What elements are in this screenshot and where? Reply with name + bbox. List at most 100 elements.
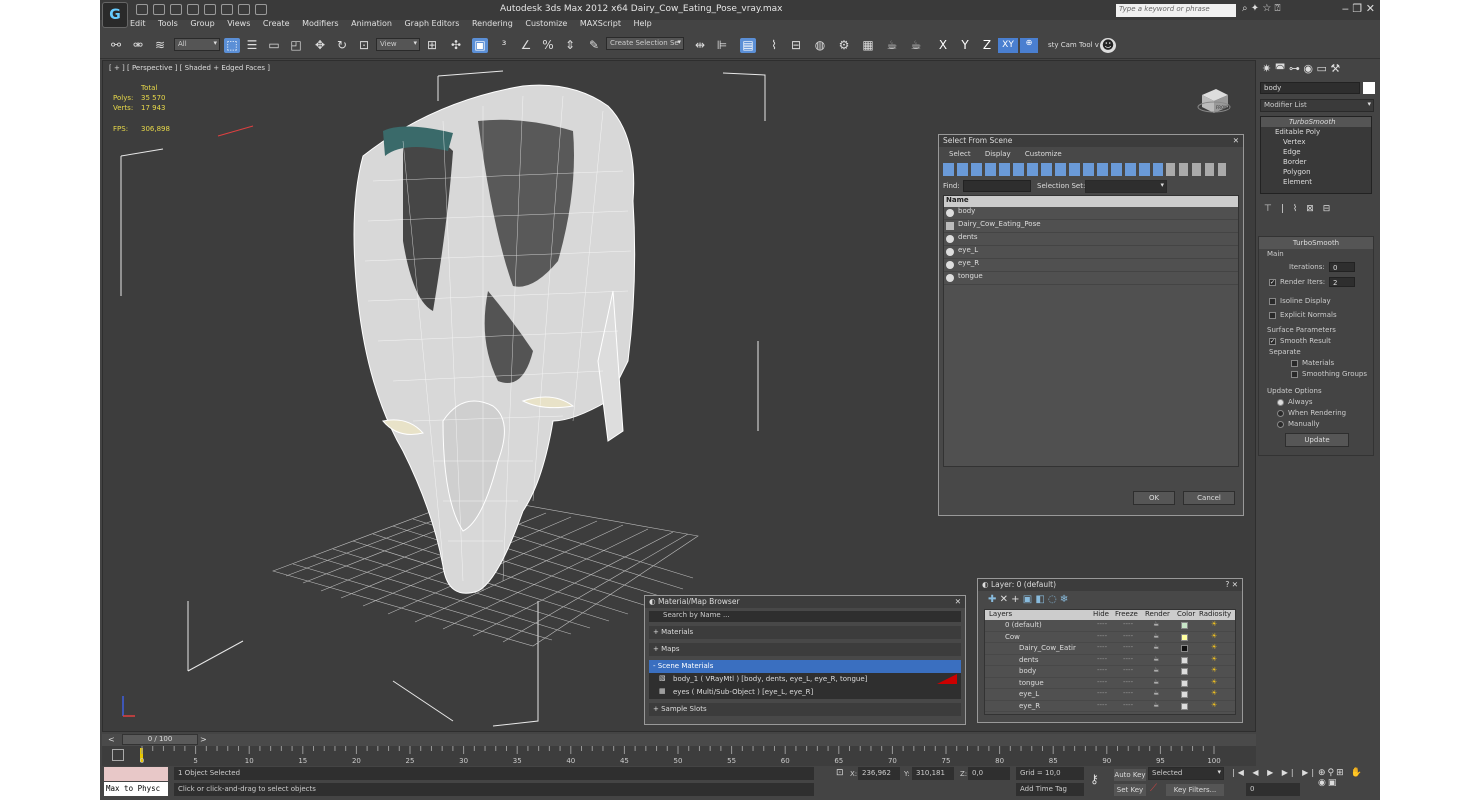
object-name-field[interactable]: body	[1260, 82, 1360, 94]
scale-icon[interactable]: ⊡	[356, 38, 372, 53]
layer-color-swatch[interactable]	[1181, 633, 1188, 641]
menu-customize[interactable]: Customize	[525, 19, 567, 28]
layer-color-swatch[interactable]	[1181, 679, 1188, 687]
prev-frame-icon[interactable]: <	[108, 735, 115, 744]
list-item[interactable]: eye_L	[944, 246, 1238, 259]
move-icon[interactable]: ✥	[312, 38, 328, 53]
freeze-toggle[interactable]: ----	[1123, 678, 1133, 686]
app-logo-button[interactable]: G	[102, 2, 128, 28]
project-icon[interactable]	[255, 4, 267, 15]
layer-row[interactable]: body ---- ---- ☕ ☀	[985, 666, 1235, 678]
undo-icon[interactable]	[187, 4, 199, 15]
hide-toggle[interactable]: ----	[1097, 689, 1107, 697]
curve-editor-icon[interactable]: ⌇	[766, 38, 782, 53]
search-input[interactable]: Type a keyword or phrase	[1116, 4, 1236, 17]
radiosity-icon[interactable]: ☀	[1211, 643, 1217, 651]
stack-turbosmooth[interactable]: TurboSmooth	[1261, 117, 1371, 127]
turbosmooth-header[interactable]: TurboSmooth	[1259, 237, 1373, 249]
mini-curve-editor-icon[interactable]	[112, 749, 124, 761]
menu-animation[interactable]: Animation	[351, 19, 392, 28]
list-item[interactable]: dents	[944, 233, 1238, 246]
pivot-center-icon[interactable]: ⊞	[424, 38, 440, 53]
current-frame-field[interactable]: 0	[1246, 783, 1300, 796]
freeze-toggle[interactable]: ----	[1123, 666, 1133, 674]
named-selection-set-dropdown[interactable]: Create Selection Se	[606, 37, 684, 50]
radiosity-icon[interactable]: ☀	[1211, 655, 1217, 663]
list-item[interactable]: eye_R	[944, 259, 1238, 272]
x-coordinate[interactable]: 236,962	[858, 767, 900, 780]
cam-tool-icon[interactable]: ☻	[1100, 38, 1116, 53]
link-icon[interactable]: ⚯	[108, 38, 124, 53]
modifier-list-dropdown[interactable]: Modifier List	[1260, 99, 1374, 112]
infocenter-icons[interactable]: ⌕ ✦ ☆ ⍰	[1242, 3, 1280, 14]
col-layers[interactable]: Layers	[989, 610, 1012, 618]
keyboard-shortcut-icon[interactable]: ▣	[472, 38, 488, 53]
col-color[interactable]: Color	[1177, 610, 1195, 618]
time-slider[interactable]: < 0 / 100 >	[102, 734, 1256, 746]
explicit-normals-checkbox[interactable]	[1269, 311, 1276, 319]
isoline-checkbox[interactable]	[1269, 297, 1276, 305]
auto-key-button[interactable]: Auto Key	[1114, 769, 1146, 781]
render-teapot-icon[interactable]: ☕	[1153, 689, 1159, 697]
hide-toggle[interactable]: ----	[1097, 643, 1107, 651]
render-production-icon[interactable]: ☕	[884, 38, 900, 53]
stack-edge[interactable]: Edge	[1261, 147, 1371, 157]
hierarchy-tab-icon[interactable]: ⊶	[1289, 62, 1304, 75]
col-render[interactable]: Render	[1145, 610, 1170, 618]
close-icon[interactable]: ✕	[1233, 136, 1239, 145]
render-teapot-icon[interactable]: ☕	[1153, 666, 1159, 674]
highlight-layer-icon[interactable]: ◧	[1035, 594, 1048, 605]
material-search-input[interactable]: Search by Name ...	[649, 611, 961, 622]
render-teapot-icon[interactable]: ☕	[1153, 655, 1159, 663]
list-item[interactable]: body	[944, 207, 1238, 220]
axis-z-button[interactable]: Z	[978, 38, 996, 53]
close-icon[interactable]: ✕	[955, 597, 961, 606]
cam-tool-label[interactable]: sty Cam Tool v	[1048, 41, 1099, 49]
iterations-spinner[interactable]: 0	[1329, 262, 1355, 272]
find-input[interactable]	[963, 180, 1031, 192]
col-radiosity[interactable]: Radiosity	[1199, 610, 1231, 618]
menu-help[interactable]: Help	[634, 19, 652, 28]
hide-toggle[interactable]: ----	[1097, 678, 1107, 686]
axis-xy-lock-icon[interactable]: ⊕	[1020, 38, 1038, 53]
radiosity-icon[interactable]: ☀	[1211, 678, 1217, 686]
percent-snap-icon[interactable]: %	[540, 38, 556, 53]
sfs-menu-display[interactable]: Display	[985, 150, 1011, 158]
list-item[interactable]: tongue	[944, 272, 1238, 285]
add-time-tag[interactable]: Add Time Tag	[1016, 783, 1084, 796]
layer-color-swatch[interactable]	[1181, 656, 1188, 664]
radiosity-icon[interactable]: ☀	[1211, 689, 1217, 697]
material-row[interactable]: ▦ eyes ( Multi/Sub-Object ) [eye_L, eye_R…	[649, 686, 961, 699]
menu-graph-editors[interactable]: Graph Editors	[404, 19, 459, 28]
menu-group[interactable]: Group	[190, 19, 214, 28]
render-teapot-icon[interactable]: ☕	[1153, 620, 1159, 628]
new-icon[interactable]	[136, 4, 148, 15]
ok-button[interactable]: OK	[1133, 491, 1175, 505]
key-selection-dropdown[interactable]: Selected	[1148, 767, 1224, 780]
column-header-name[interactable]: Name	[944, 196, 1238, 207]
hide-toggle[interactable]: ----	[1097, 632, 1107, 640]
modify-tab-icon[interactable]: ◚	[1275, 62, 1289, 75]
menu-views[interactable]: Views	[227, 19, 250, 28]
rotate-icon[interactable]: ↻	[334, 38, 350, 53]
stack-element[interactable]: Element	[1261, 177, 1371, 187]
hide-toggle[interactable]: ----	[1097, 655, 1107, 663]
hide-toggle[interactable]: ----	[1097, 666, 1107, 674]
layer-row[interactable]: dents ---- ---- ☕ ☀	[985, 655, 1235, 666]
select-by-name-icon[interactable]: ☰	[244, 38, 260, 53]
utilities-tab-icon[interactable]: ⚒	[1330, 62, 1340, 75]
render-teapot-icon[interactable]: ☕	[1153, 643, 1159, 651]
always-radio[interactable]	[1277, 398, 1284, 406]
freeze-all-icon[interactable]: ❄	[1060, 594, 1068, 605]
material-editor-icon[interactable]: ◍	[812, 38, 828, 53]
axis-y-button[interactable]: Y	[956, 38, 974, 53]
render-setup-icon[interactable]: ⚙	[836, 38, 852, 53]
render-teapot-icon[interactable]: ☕	[1153, 678, 1159, 686]
menu-tools[interactable]: Tools	[158, 19, 178, 28]
menu-rendering[interactable]: Rendering	[472, 19, 513, 28]
window-buttons[interactable]: ‒ ❐ ✕	[1342, 2, 1375, 15]
materials-section[interactable]: + Materials	[649, 626, 961, 639]
cancel-button[interactable]: Cancel	[1183, 491, 1235, 505]
close-icon[interactable]: ? ✕	[1225, 580, 1238, 589]
selection-filter-dropdown[interactable]: All	[174, 38, 220, 51]
